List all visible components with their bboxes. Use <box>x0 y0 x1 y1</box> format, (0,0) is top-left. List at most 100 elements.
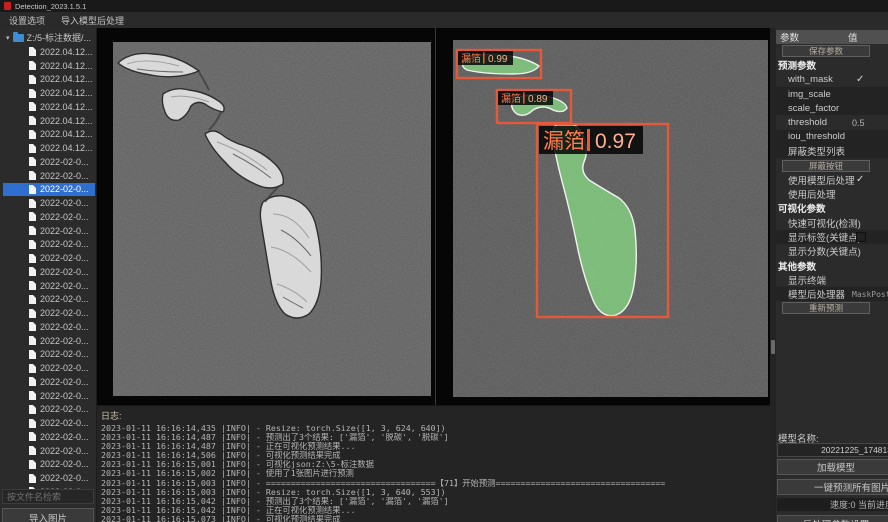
tree-item-file[interactable]: 2022-02-0... <box>3 155 95 169</box>
tree-item-label: 2022-02-0... <box>40 473 89 483</box>
import-images-button[interactable]: 导入图片 <box>2 508 94 522</box>
checkbox-unchecked-icon[interactable] <box>856 232 866 242</box>
tree-item-file[interactable]: 2022-02-0... <box>3 430 95 444</box>
log-line: 2023-01-11 16:16:15,073 |INFO| - 可视化预测结果… <box>97 515 770 522</box>
tree-item-label: 2022-02-0... <box>40 446 89 456</box>
file-icon <box>29 212 36 221</box>
svg-text:漏箔: 漏箔 <box>543 130 585 153</box>
tree-item-file[interactable]: 2022-02-0... <box>3 251 95 265</box>
tree-item-label: 2022-02-0... <box>40 459 89 469</box>
log-line: 2023-01-11 16:16:15,002 |INFO| - 使用了1张图片… <box>97 469 770 478</box>
tree-item-file[interactable]: 2022.04.12... <box>3 73 95 87</box>
tree-item-file[interactable]: 2022-02-0... <box>3 471 95 485</box>
tree-item-label: 2022.04.12... <box>40 61 93 71</box>
log-console[interactable]: 日志: 2023-01-11 16:16:14,435 |INFO| - Res… <box>97 405 770 522</box>
file-icon <box>29 350 36 359</box>
log-line: 2023-01-11 16:16:15,042 |INFO| - 预测出了3个结… <box>97 497 770 506</box>
progress-status: 速度:0 当前进度 <box>777 498 888 511</box>
tree-item-file[interactable]: 2022.04.12... <box>3 45 95 59</box>
log-title: 日志: <box>97 406 770 424</box>
load-model-button[interactable]: 加载模型 <box>777 459 888 475</box>
tree-item-file[interactable]: 2022-02-0... <box>3 196 95 210</box>
file-icon <box>29 226 36 235</box>
tree-item-file[interactable]: 2022-02-0... <box>3 403 95 417</box>
tree-item-file[interactable]: 2022-02-0... <box>3 444 95 458</box>
tree-item-label: 2022-02-0... <box>40 377 89 387</box>
tree-item-file[interactable]: 2022-02-0... <box>3 389 95 403</box>
tree-item-file[interactable]: 2022-02-0... <box>3 238 95 252</box>
tree-item-label: 2022.04.12... <box>40 129 93 139</box>
checkbox-checked-icon[interactable]: ✓ <box>856 174 864 185</box>
param-row: 模型后处理器 MaskPostPro <box>776 287 888 301</box>
param-label: 模型后处理器 <box>776 287 845 301</box>
tree-item-file[interactable]: 2022-02-0... <box>3 361 95 375</box>
menu-settings[interactable]: 设置选项 <box>9 14 45 27</box>
param-label: 显示分数(关键点) <box>776 244 861 258</box>
tree-item-file[interactable]: 2022-02-0... <box>3 334 95 348</box>
param-button[interactable]: 重新预测 <box>782 302 870 314</box>
log-line: 2023-01-11 16:16:15,003 |INFO| - =======… <box>97 479 770 488</box>
tree-item-file[interactable]: 2022.04.12... <box>3 86 95 100</box>
app-window: Detection_2023.1.5.1 设置选项 导入模型后处理 ▾ Z:/5… <box>0 0 888 522</box>
param-label: 显示标签(关键点) <box>776 230 861 244</box>
log-line: 2023-01-11 16:16:14,487 |INFO| - 正在可视化预测… <box>97 442 770 451</box>
file-icon <box>29 240 36 249</box>
file-icon <box>29 295 36 304</box>
param-label: 屏蔽类型列表 <box>776 144 845 158</box>
tree-item-label: 2022-02-0... <box>40 294 89 304</box>
tree-item-label: 2022-02-0... <box>40 418 89 428</box>
tree-root-folder[interactable]: ▾ Z:/5-标注数据/... <box>0 30 96 45</box>
file-icon <box>29 419 36 428</box>
param-label: with_mask <box>776 74 833 85</box>
tree-item-file[interactable]: 2022-02-0... <box>3 375 95 389</box>
file-tree: ▾ Z:/5-标注数据/... 2022.04.12...2022.04.12.… <box>0 30 96 516</box>
param-button[interactable]: 保存参数 <box>782 45 870 57</box>
param-row: 屏蔽类型列表 <box>776 144 888 158</box>
model-select[interactable]: 20221225_174813 <box>777 443 888 457</box>
tree-item-file[interactable]: 2022.04.12... <box>3 128 95 142</box>
tree-item-file[interactable]: 2022-02-0... <box>3 416 95 430</box>
file-icon <box>29 185 36 194</box>
tree-item-file[interactable]: 2022.04.12... <box>3 100 95 114</box>
param-label: img_scale <box>776 89 831 100</box>
tree-item-label: 2022-02-0... <box>40 267 89 277</box>
file-icon <box>29 364 36 373</box>
predict-all-button[interactable]: 一键预测所有图片 <box>777 479 888 495</box>
prediction-image[interactable]: 漏箔 0.99 漏箔 0.89 漏箔 0.97 <box>453 40 768 397</box>
tree-item-label: 2022-02-0... <box>40 239 89 249</box>
tree-item-file[interactable]: 2022.04.12... <box>3 114 95 128</box>
tree-item-file[interactable]: 2022-02-0... <box>3 183 95 197</box>
menu-import-postprocess[interactable]: 导入模型后处理 <box>61 14 124 27</box>
tree-item-file[interactable]: 2022.04.12... <box>3 59 95 73</box>
file-icon <box>29 432 36 441</box>
postprocess-settings-button[interactable]: 后处理参数设置 <box>777 515 888 522</box>
tree-item-file[interactable]: 2022-02-0... <box>3 458 95 472</box>
param-row: 显示标签(关键点) <box>776 230 888 244</box>
checkbox-checked-icon[interactable]: ✓ <box>856 74 864 85</box>
file-icon <box>29 47 36 56</box>
tree-item-file[interactable]: 2022-02-0... <box>3 293 95 307</box>
tree-item-file[interactable]: 2022-02-0... <box>3 306 95 320</box>
svg-text:0.89: 0.89 <box>528 94 548 105</box>
tree-item-file[interactable]: 2022-02-0... <box>3 210 95 224</box>
search-input[interactable] <box>2 489 94 504</box>
tree-item-file[interactable]: 2022-02-0... <box>3 224 95 238</box>
param-row: scale_factor <box>776 101 888 115</box>
param-button[interactable]: 屏蔽按钮 <box>782 160 870 172</box>
param-value[interactable]: 0.5 <box>852 118 865 128</box>
window-title: Detection_2023.1.5.1 <box>15 2 86 11</box>
tree-item-file[interactable]: 2022-02-0... <box>3 265 95 279</box>
tree-item-file[interactable]: 2022-02-0... <box>3 169 95 183</box>
tree-item-label: 2022-02-0... <box>40 184 89 194</box>
tree-item-file[interactable]: 2022-02-0... <box>3 320 95 334</box>
tree-item-file[interactable]: 2022.04.12... <box>3 141 95 155</box>
log-line: 2023-01-11 16:16:14,487 |INFO| - 预测出了3个结… <box>97 433 770 442</box>
file-icon <box>29 474 36 483</box>
file-icon <box>29 281 36 290</box>
folder-icon <box>13 34 24 42</box>
raw-image[interactable] <box>113 42 431 396</box>
tree-item-file[interactable]: 2022-02-0... <box>3 348 95 362</box>
log-line: 2023-01-11 16:16:14,435 |INFO| - Resize:… <box>97 424 770 433</box>
param-value[interactable]: MaskPostPro <box>852 290 888 299</box>
tree-item-file[interactable]: 2022-02-0... <box>3 279 95 293</box>
